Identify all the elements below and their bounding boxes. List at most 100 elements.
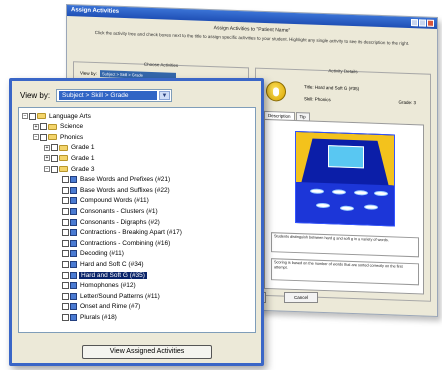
tree-node-label: Onset and Rime (#7) — [80, 303, 141, 311]
preview-pad — [332, 189, 346, 195]
tree-node-label: Grade 1 — [71, 154, 95, 162]
view-assigned-activities-button[interactable]: View Assigned Activities — [82, 345, 212, 359]
preview-pad — [374, 190, 388, 197]
preview-curtain-left — [296, 132, 314, 183]
preview-screen — [328, 145, 364, 169]
tree-activity-node[interactable]: Consonants - Digraphs (#2) — [55, 217, 161, 227]
window-title: Assign Activities — [71, 7, 120, 15]
preview-pad — [316, 202, 330, 209]
tree-activity-node[interactable]: Consonants - Clusters (#1) — [55, 206, 159, 216]
tree-node-label: Compound Words (#11) — [80, 197, 149, 205]
tree-node-label: Science — [60, 123, 84, 131]
tree-activity-node[interactable]: Base Words and Prefixes (#21) — [55, 175, 171, 185]
maximize-icon[interactable] — [419, 19, 426, 27]
tree-folder-node[interactable]: + Grade 1 — [44, 153, 96, 163]
scoring-text: Scoring is based on the number of words … — [271, 258, 419, 286]
collapse-icon[interactable]: − — [22, 113, 28, 119]
tree-activity-node[interactable]: Homophones (#12) — [55, 281, 137, 291]
expand-icon[interactable]: + — [44, 155, 50, 162]
tree-checkbox[interactable] — [62, 186, 69, 194]
tree-activity-node[interactable]: Plurals (#18) — [55, 312, 118, 322]
activity-icon — [70, 271, 77, 279]
tree-activity-node[interactable]: Decoding (#11) — [55, 249, 125, 259]
tree-checkbox[interactable] — [62, 313, 69, 321]
tree-activity-node[interactable]: Contractions - Breaking Apart (#17) — [55, 228, 183, 238]
folder-icon — [59, 144, 68, 151]
collapse-icon[interactable]: − — [44, 166, 50, 172]
choose-activities-title: Choose Activities — [143, 61, 179, 68]
tree-activity-node[interactable]: Compound Words (#11) — [55, 196, 150, 206]
preview-pad — [364, 204, 378, 210]
activity-icon — [70, 176, 77, 184]
details-panel: Students distinguish between hard g and … — [264, 118, 424, 295]
viewby-label: View by: — [20, 91, 51, 100]
activity-icon — [70, 239, 77, 247]
tree-node-label: Language Arts — [49, 112, 91, 120]
activity-icon — [70, 218, 77, 226]
tree-node-label: Base Words and Suffixes (#22) — [80, 186, 170, 194]
tree-checkbox[interactable] — [51, 154, 58, 162]
tree-node-label: Hard and Soft C (#34) — [80, 260, 144, 268]
tree-checkbox[interactable] — [62, 303, 69, 311]
tree-checkbox[interactable] — [62, 239, 69, 247]
tree-checkbox[interactable] — [51, 144, 58, 152]
tree-folder-node[interactable]: − Language Arts — [22, 111, 92, 121]
tree-checkbox[interactable] — [62, 282, 69, 290]
tree-node-label: Contractions - Breaking Apart (#17) — [80, 229, 182, 237]
tree-folder-node[interactable]: + Science — [33, 122, 84, 132]
chevron-down-icon[interactable]: ▼ — [159, 91, 170, 100]
tree-node-label: Consonants - Digraphs (#2) — [80, 218, 160, 226]
close-icon[interactable] — [427, 19, 434, 27]
tree-checkbox[interactable] — [40, 123, 47, 131]
activity-icon — [70, 186, 77, 194]
expand-icon[interactable]: + — [33, 123, 39, 130]
expand-icon[interactable]: + — [44, 144, 50, 151]
folder-icon — [37, 113, 46, 119]
tree-activity-node[interactable]: Letter/Sound Patterns (#11) — [55, 291, 161, 301]
tree-activity-node[interactable]: Hard and Soft C (#34) — [55, 259, 145, 269]
tree-activity-node[interactable]: Onset and Rime (#7) — [55, 302, 141, 312]
tree-node-label: Plurals (#18) — [80, 313, 117, 321]
tree-node-label: Consonants - Clusters (#1) — [80, 207, 158, 215]
tree-checkbox[interactable] — [51, 165, 58, 173]
tree-checkbox[interactable] — [62, 292, 69, 300]
viewby-label: View by: — [80, 70, 97, 77]
tree-checkbox[interactable] — [62, 207, 69, 215]
tree-checkbox[interactable] — [62, 250, 69, 258]
activity-icon — [70, 292, 77, 300]
tree-checkbox[interactable] — [40, 133, 47, 141]
activity-tree[interactable]: − Language Arts + Science − Phonics + Grade 1 + G… — [18, 107, 256, 333]
tree-folder-node[interactable]: − Phonics — [33, 132, 84, 142]
folder-icon — [48, 134, 57, 141]
cancel-button[interactable]: Cancel — [284, 292, 318, 303]
tree-checkbox[interactable] — [62, 229, 69, 237]
activity-icon — [70, 260, 77, 268]
tree-activity-node[interactable]: Base Words and Suffixes (#22) — [55, 185, 171, 195]
tree-folder-node[interactable]: + Grade 1 — [44, 143, 96, 153]
tree-folder-node[interactable]: − Grade 3 — [44, 164, 96, 174]
activity-name: Title: Hard and Soft G (#35) — [304, 84, 360, 92]
tree-checkbox[interactable] — [62, 260, 69, 268]
tree-node-label: Base Words and Prefixes (#21) — [80, 176, 171, 184]
activity-icon — [70, 207, 77, 215]
tree-checkbox[interactable] — [29, 112, 36, 120]
preview-pad — [354, 190, 368, 196]
viewby-dropdown[interactable]: Subject > Skill > Grade ▼ — [56, 89, 172, 102]
activity-grade: Grade: 3 — [398, 99, 416, 106]
viewby-selected-value: Subject > Skill > Grade — [59, 91, 157, 100]
tree-node-label: Contractions - Combining (#16) — [80, 239, 171, 247]
minimize-icon[interactable] — [411, 19, 418, 27]
tree-checkbox[interactable] — [62, 176, 69, 184]
tree-checkbox[interactable] — [62, 197, 69, 205]
collapse-icon[interactable]: − — [33, 134, 39, 141]
tree-activity-node[interactable]: Hard and Soft G (#35) — [55, 270, 147, 280]
tree-node-label: Homophones (#12) — [80, 282, 136, 290]
activity-details-group: Activity Details Title: Hard and Soft G … — [255, 67, 431, 302]
description-text: Students distinguish between hard g and … — [271, 232, 419, 258]
activity-icon — [70, 282, 77, 290]
tree-checkbox[interactable] — [62, 218, 69, 226]
tree-node-label: Decoding (#11) — [80, 250, 124, 258]
tree-activity-node[interactable]: Contractions - Combining (#16) — [55, 238, 171, 248]
window-controls — [411, 19, 434, 27]
tree-checkbox[interactable] — [62, 271, 69, 279]
